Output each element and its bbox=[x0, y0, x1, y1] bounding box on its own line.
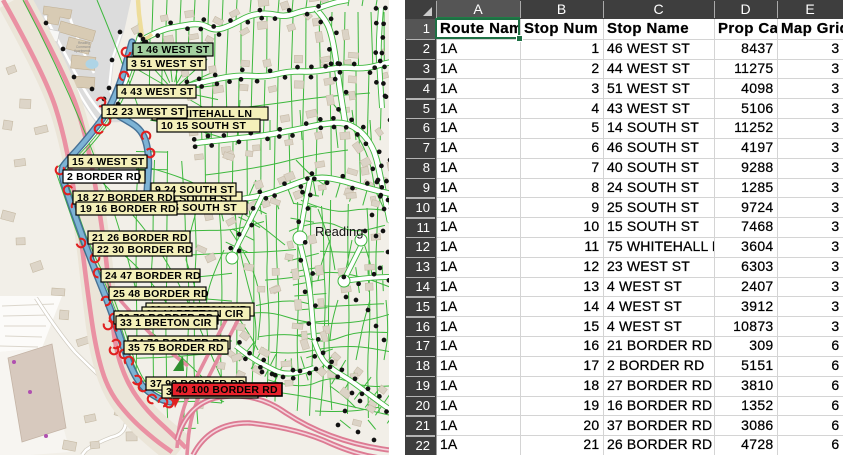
svg-text:40 100 BORDER RD: 40 100 BORDER RD bbox=[176, 384, 278, 396]
svg-text:Reading: Reading bbox=[315, 224, 363, 239]
svg-text:12 23 WEST ST: 12 23 WEST ST bbox=[106, 106, 185, 118]
svg-text:35 75 BORDER RD: 35 75 BORDER RD bbox=[128, 342, 224, 354]
svg-text:25 48 BORDER RD: 25 48 BORDER RD bbox=[113, 288, 209, 300]
svg-text:3 51 WEST ST: 3 51 WEST ST bbox=[131, 58, 204, 70]
svg-text:1 46 WEST ST: 1 46 WEST ST bbox=[137, 44, 210, 56]
svg-text:4 43 WEST ST: 4 43 WEST ST bbox=[121, 86, 194, 98]
svg-text:21 26 BORDER RD: 21 26 BORDER RD bbox=[92, 232, 188, 244]
svg-text:22 30 BORDER RD: 22 30 BORDER RD bbox=[97, 244, 193, 256]
svg-text:10 15 SOUTH ST: 10 15 SOUTH ST bbox=[161, 120, 246, 132]
svg-text:24 47 BORDER RD: 24 47 BORDER RD bbox=[105, 270, 201, 282]
svg-text:19 16 BORDER RD: 19 16 BORDER RD bbox=[80, 203, 176, 215]
svg-text:33 1 BRETON CIR: 33 1 BRETON CIR bbox=[120, 317, 212, 329]
svg-text:15 4 WEST ST: 15 4 WEST ST bbox=[72, 156, 145, 168]
svg-text:2 BORDER RD: 2 BORDER RD bbox=[67, 171, 142, 183]
svg-text:Apartments: Apartments bbox=[74, 49, 91, 53]
